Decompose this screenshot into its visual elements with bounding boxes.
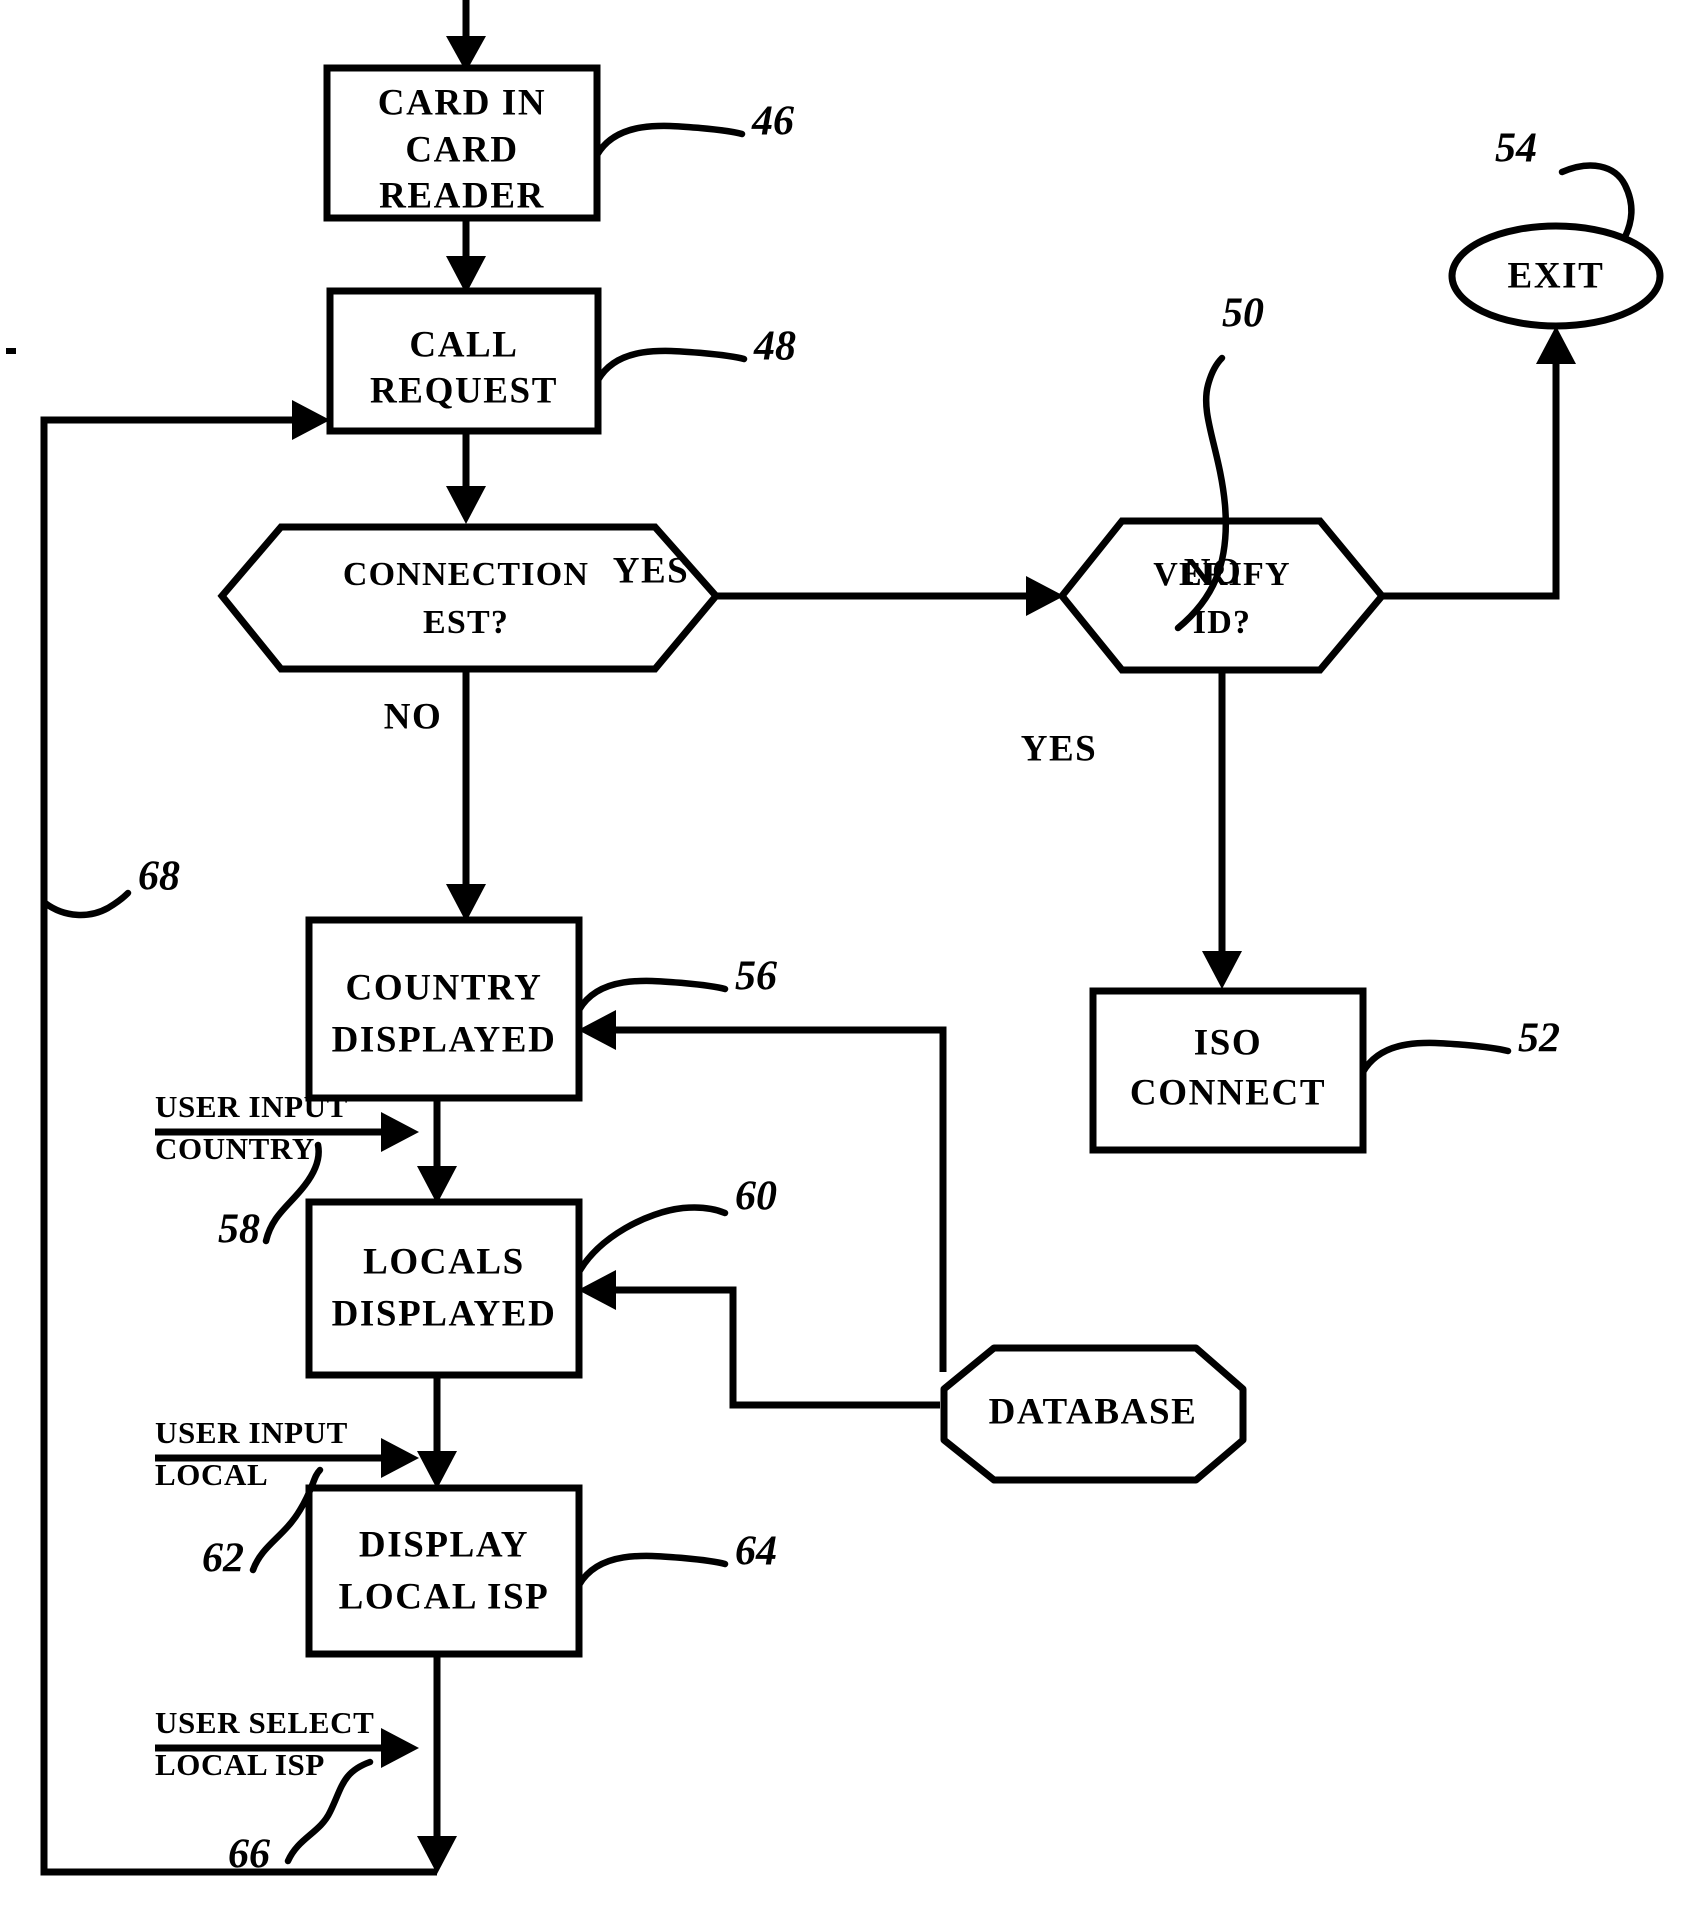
user-select-local-isp-line1: USER SELECT (155, 1705, 374, 1740)
label-user-select-local-isp: USER SELECT LOCAL ISP (155, 1705, 374, 1782)
ref-number-64: 64 (735, 1529, 777, 1575)
ref-leader-68: 68 (41, 854, 180, 919)
ref-number-62: 62 (202, 1536, 244, 1582)
connection-est-line1: CONNECTION (343, 556, 589, 593)
ref-leader-56: 56 (575, 954, 777, 1014)
call-request-line1: CALL (409, 324, 518, 365)
verify-id-line2: ID? (1193, 604, 1251, 641)
edge-locals-to-display-isp (417, 1375, 457, 1489)
call-request-line2: REQUEST (370, 370, 558, 411)
card-reader-line1: CARD IN (378, 82, 546, 123)
ref-leader-46: 46 (593, 99, 794, 159)
node-connection-est[interactable]: CONNECTION EST? (217, 523, 721, 673)
ref-leader-48: 48 (594, 324, 796, 384)
ref-leader-52: 52 (1359, 1016, 1560, 1076)
ref-number-56: 56 (735, 954, 777, 1000)
edge-call-request-to-connection-est (446, 430, 486, 524)
display-local-isp-line1: DISPLAY (359, 1524, 529, 1565)
page-edge-mark (6, 348, 16, 354)
locals-displayed-line2: DISPLAYED (332, 1293, 557, 1334)
node-exit[interactable]: EXIT (1448, 222, 1664, 330)
card-reader-line2: CARD (405, 129, 518, 170)
ref-number-66: 66 (228, 1832, 270, 1878)
edge-country-to-locals (417, 1098, 457, 1204)
edge-label-verify-yes: YES (1021, 728, 1097, 769)
display-local-isp-line2: LOCAL ISP (339, 1576, 550, 1617)
node-call-request[interactable]: CALL REQUEST (326, 287, 602, 435)
locals-displayed-line1: LOCALS (363, 1241, 525, 1282)
node-card-in-card-reader[interactable]: CARD IN CARD READER (323, 64, 601, 222)
edge-label-connection-yes: YES (613, 550, 689, 591)
edge-verify-yes-to-iso-connect (1202, 671, 1242, 989)
ref-number-58: 58 (218, 1207, 260, 1253)
iso-connect-line1: ISO (1194, 1022, 1263, 1063)
user-input-local-line2: LOCAL (155, 1457, 268, 1492)
iso-connect-line2: CONNECT (1130, 1072, 1326, 1113)
ref-leader-64: 64 (575, 1529, 777, 1589)
ref-number-48: 48 (753, 324, 796, 370)
node-iso-connect[interactable]: ISO CONNECT (1089, 987, 1367, 1154)
exit-label: EXIT (1508, 255, 1605, 296)
user-input-country-line1: USER INPUT (155, 1089, 348, 1124)
user-input-country-line2: COUNTRY (155, 1131, 315, 1166)
database-label: DATABASE (989, 1391, 1198, 1432)
edge-label-connection-no: NO (384, 696, 443, 737)
ref-leader-54: 54 (1495, 126, 1635, 241)
ref-number-52: 52 (1518, 1016, 1560, 1062)
ref-number-46: 46 (751, 99, 794, 145)
card-reader-line3: READER (379, 175, 545, 216)
connection-est-line2: EST? (423, 604, 509, 641)
ref-number-54: 54 (1495, 126, 1537, 172)
ref-number-60: 60 (735, 1174, 777, 1220)
edge-connection-no-to-country-displayed (446, 671, 486, 922)
edge-entry-to-card-reader (446, 0, 486, 72)
country-displayed-line2: DISPLAYED (332, 1019, 557, 1060)
edge-display-isp-to-feedback (417, 1653, 457, 1874)
ref-number-50: 50 (1222, 291, 1264, 337)
node-display-local-isp[interactable]: DISPLAY LOCAL ISP (305, 1484, 583, 1658)
flowchart-page: CARD IN CARD READER CALL REQUEST CONNECT… (0, 0, 1690, 1919)
ref-number-68: 68 (138, 854, 180, 900)
node-country-displayed[interactable]: COUNTRY DISPLAYED (305, 916, 583, 1102)
country-displayed-line1: COUNTRY (346, 967, 543, 1008)
node-locals-displayed[interactable]: LOCALS DISPLAYED (305, 1198, 583, 1379)
label-user-input-local: USER INPUT LOCAL (155, 1415, 348, 1492)
edge-database-to-locals-displayed (578, 1270, 940, 1409)
flowchart-svg: CARD IN CARD READER CALL REQUEST CONNECT… (6, 0, 1664, 1878)
edge-card-reader-to-call-request (446, 217, 486, 294)
user-select-local-isp-line2: LOCAL ISP (155, 1747, 325, 1782)
edge-verify-no-to-exit (1380, 326, 1576, 600)
ref-leader-60: 60 (575, 1174, 777, 1276)
user-input-local-line1: USER INPUT (155, 1415, 348, 1450)
node-database[interactable]: DATABASE (940, 1344, 1247, 1484)
